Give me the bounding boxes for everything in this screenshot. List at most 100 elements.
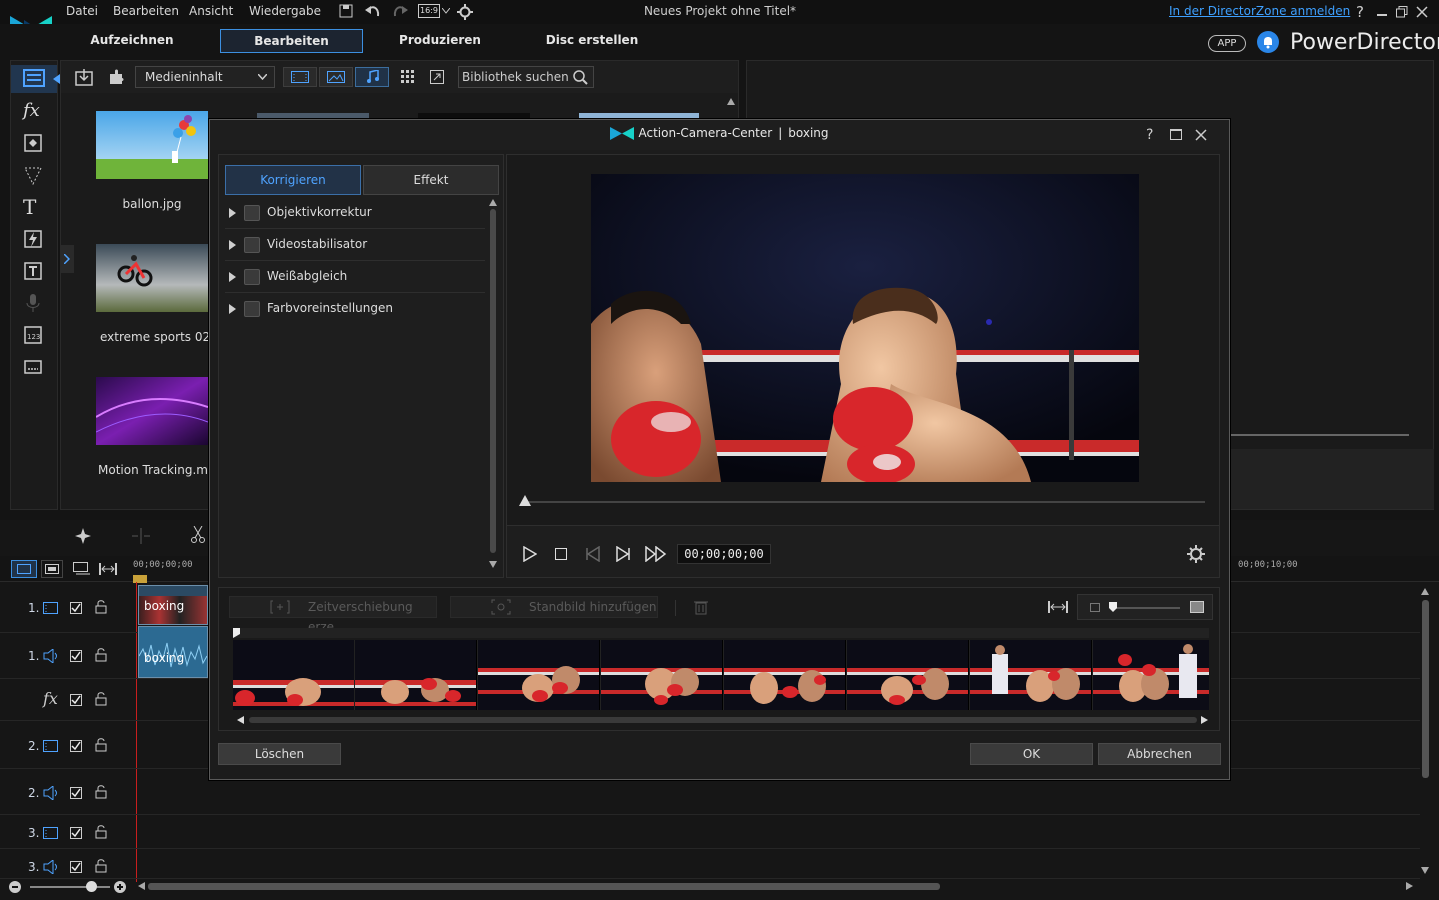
track-enable-checkbox[interactable]: [70, 787, 82, 799]
create-time-shift-button[interactable]: Zeitverschiebung erze...: [229, 596, 437, 634]
seek-thumb[interactable]: [519, 495, 531, 506]
redo-icon[interactable]: [392, 4, 408, 18]
audio-mix-room-icon[interactable]: [23, 261, 49, 283]
track-enable-checkbox[interactable]: [70, 602, 82, 614]
small-thumbnail-icon[interactable]: [1090, 603, 1100, 612]
filter-audio-button[interactable]: [355, 67, 389, 87]
filmstrip[interactable]: [233, 640, 1209, 710]
chevron-down-icon[interactable]: [442, 8, 450, 14]
expand-arrow-icon[interactable]: [229, 272, 236, 282]
particle-room-icon[interactable]: [23, 165, 49, 187]
previous-frame-icon[interactable]: [585, 546, 601, 562]
save-icon[interactable]: [339, 4, 353, 18]
correction-scrollbar[interactable]: [489, 199, 497, 569]
timeline-vertical-scrollbar[interactable]: [1421, 588, 1431, 878]
filter-image-button[interactable]: [319, 67, 353, 87]
correction-item-stabilizer[interactable]: Videostabilisator: [225, 229, 485, 261]
title-room-icon[interactable]: T: [23, 195, 49, 219]
thumbnail-ballon[interactable]: [96, 111, 208, 179]
minimize-icon[interactable]: [1377, 14, 1387, 16]
trash-icon[interactable]: [694, 599, 708, 615]
ok-button[interactable]: OK: [970, 743, 1093, 765]
lock-icon[interactable]: [95, 692, 107, 706]
split-icon[interactable]: [130, 528, 152, 544]
panel-expand-button[interactable]: [60, 245, 74, 273]
app-badge[interactable]: APP: [1208, 35, 1246, 52]
transition-room-icon[interactable]: [23, 229, 49, 251]
grid-view-icon[interactable]: [401, 70, 415, 84]
correction-item-white-balance[interactable]: Weißabgleich: [225, 261, 485, 293]
menu-view[interactable]: Ansicht: [189, 4, 233, 18]
aspect-ratio-button[interactable]: 16:9: [418, 4, 440, 18]
fast-forward-icon[interactable]: [645, 546, 667, 562]
fit-filmstrip-icon[interactable]: [1048, 600, 1068, 614]
scissors-icon[interactable]: [191, 526, 205, 544]
tab-edit[interactable]: Bearbeiten: [220, 29, 363, 53]
menu-file[interactable]: Datei: [66, 4, 98, 18]
directorzone-login-link[interactable]: In der DirectorZone anmelden: [1169, 4, 1350, 18]
notification-bell-icon[interactable]: [1257, 31, 1279, 53]
lock-icon[interactable]: [95, 825, 107, 839]
expand-arrow-icon[interactable]: [229, 304, 236, 314]
filter-video-button[interactable]: [283, 67, 317, 87]
track-enable-checkbox[interactable]: [70, 861, 82, 873]
filmstrip-zoom-slider[interactable]: [1112, 607, 1180, 609]
pip-room-icon[interactable]: [23, 133, 49, 155]
lock-icon[interactable]: [95, 785, 107, 799]
track-manager-icon[interactable]: [73, 562, 91, 576]
track-enable-checkbox[interactable]: [70, 827, 82, 839]
collapse-arrow-icon[interactable]: [53, 74, 60, 84]
plugin-icon[interactable]: [107, 68, 125, 86]
media-room-icon[interactable]: [23, 68, 49, 90]
expand-icon[interactable]: [430, 70, 444, 84]
filmstrip-scroll-left-icon[interactable]: [237, 716, 244, 724]
lock-icon[interactable]: [95, 648, 107, 662]
tab-capture[interactable]: Aufzeichnen: [64, 29, 200, 53]
tab-effect[interactable]: Effekt: [363, 165, 499, 195]
delete-button[interactable]: Löschen: [218, 743, 341, 765]
large-thumbnail-icon[interactable]: [1190, 601, 1204, 613]
chapter-room-icon[interactable]: 123: [23, 325, 49, 347]
filmstrip-scroll-right-icon[interactable]: [1201, 716, 1208, 724]
filmstrip-scrollbar[interactable]: [249, 717, 1197, 723]
stop-icon[interactable]: [555, 548, 567, 560]
tab-produce[interactable]: Produzieren: [372, 29, 508, 53]
correction-item-lens[interactable]: Objektivkorrektur: [225, 197, 485, 229]
track-enable-checkbox[interactable]: [70, 740, 82, 752]
close-icon[interactable]: [1416, 6, 1428, 18]
tab-disc[interactable]: Disc erstellen: [524, 29, 660, 53]
zoom-slider[interactable]: [30, 886, 110, 888]
restore-icon[interactable]: [1396, 6, 1408, 18]
fx-room-icon[interactable]: fx: [23, 100, 49, 122]
help-button[interactable]: ?: [1356, 3, 1364, 21]
gear-icon[interactable]: [457, 4, 473, 20]
correction-checkbox[interactable]: [244, 301, 260, 317]
zoom-in-icon[interactable]: [114, 881, 126, 893]
settings-gear-icon[interactable]: [1187, 545, 1205, 563]
expand-arrow-icon[interactable]: [229, 208, 236, 218]
add-still-button[interactable]: Standbild hinzufügen: [450, 596, 658, 618]
microphone-icon[interactable]: [23, 293, 49, 315]
correction-checkbox[interactable]: [244, 237, 260, 253]
timeline-horizontal-scrollbar[interactable]: [148, 883, 940, 890]
audio-clip[interactable]: boxing: [138, 626, 208, 678]
maximize-icon[interactable]: [1170, 129, 1182, 140]
menu-playback[interactable]: Wiedergabe: [249, 4, 321, 18]
magic-tool-icon[interactable]: [75, 528, 91, 544]
correction-checkbox[interactable]: [244, 269, 260, 285]
thumbnail-extreme-sports[interactable]: [96, 244, 208, 312]
dialog-close-icon[interactable]: [1195, 129, 1207, 141]
library-search-input[interactable]: Bibliothek suchen: [458, 66, 594, 88]
lock-icon[interactable]: [95, 600, 107, 614]
fit-timeline-icon[interactable]: [99, 562, 117, 576]
lock-icon[interactable]: [95, 859, 107, 873]
undo-icon[interactable]: [365, 4, 381, 18]
timeline-mode-button[interactable]: [11, 560, 37, 578]
storyboard-mode-button[interactable]: [41, 560, 63, 578]
scroll-left-icon[interactable]: [138, 882, 145, 890]
scroll-right-icon[interactable]: [1406, 882, 1413, 890]
cancel-button[interactable]: Abbrechen: [1098, 743, 1221, 765]
expand-arrow-icon[interactable]: [229, 240, 236, 250]
correction-checkbox[interactable]: [244, 205, 260, 221]
import-icon[interactable]: [75, 68, 93, 86]
